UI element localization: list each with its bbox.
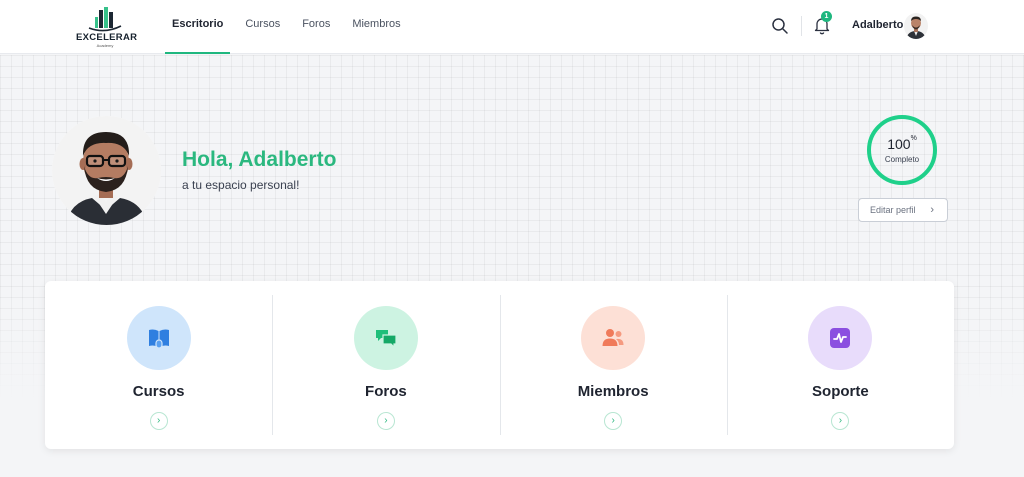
card-icon-background bbox=[581, 306, 646, 370]
greeting-subtitle: a tu espacio personal! bbox=[182, 178, 300, 192]
card-title-miembros: Miembros bbox=[577, 383, 649, 400]
book-icon bbox=[148, 329, 169, 349]
greeting-title: Hola, Adalberto bbox=[182, 148, 337, 171]
shortcut-cards: Cursos › Foros › Miembros › Soporte › bbox=[45, 281, 954, 449]
chevron-right-icon: › bbox=[930, 204, 934, 216]
brand-name: EXCELERAR bbox=[76, 32, 138, 43]
chevron-right-icon[interactable]: › bbox=[376, 412, 395, 430]
search-icon[interactable] bbox=[771, 17, 789, 35]
chevron-right-icon[interactable]: › bbox=[149, 412, 168, 430]
edit-profile-label: Editar perfil bbox=[870, 205, 916, 215]
nav-item-escritorio[interactable]: Escritorio bbox=[165, 0, 231, 54]
nav-item-miembros[interactable]: Miembros bbox=[345, 0, 407, 54]
chevron-right-icon[interactable]: › bbox=[831, 412, 850, 430]
card-title-cursos: Cursos bbox=[132, 383, 185, 400]
users-icon bbox=[602, 329, 624, 346]
card-cursos[interactable]: Cursos › bbox=[45, 281, 272, 449]
card-title-foros: Foros bbox=[365, 383, 407, 400]
brand-tagline: Academy bbox=[96, 43, 114, 48]
main-nav: Escritorio Cursos Foros Miembros bbox=[165, 0, 416, 54]
card-foros[interactable]: Foros › bbox=[272, 281, 499, 449]
card-miembros[interactable]: Miembros › bbox=[499, 281, 727, 449]
card-title-soporte: Soporte bbox=[812, 383, 869, 400]
brand-logo[interactable]: EXCELERAR Academy bbox=[76, 6, 138, 48]
activity-icon bbox=[830, 328, 851, 348]
card-icon-background bbox=[126, 306, 191, 370]
nav-item-foros[interactable]: Foros bbox=[295, 0, 337, 54]
card-soporte[interactable]: Soporte › bbox=[726, 281, 954, 449]
header-divider bbox=[801, 16, 802, 36]
chat-bubbles-icon bbox=[375, 330, 397, 349]
chevron-right-icon[interactable]: › bbox=[604, 412, 623, 430]
card-icon-background bbox=[808, 306, 873, 370]
profile-avatar[interactable] bbox=[52, 116, 161, 225]
progress-label: Completo bbox=[884, 155, 920, 164]
card-icon-background bbox=[353, 306, 418, 370]
user-avatar[interactable] bbox=[904, 13, 928, 39]
user-name[interactable]: Adalberto bbox=[852, 19, 903, 31]
progress-value: 100% bbox=[887, 135, 917, 152]
notification-badge: 1 bbox=[821, 11, 832, 22]
edit-profile-button[interactable]: Editar perfil › bbox=[858, 198, 948, 222]
building-logo-icon bbox=[88, 7, 122, 32]
top-navigation-bar: EXCELERAR Academy Escritorio Cursos Foro… bbox=[0, 0, 1024, 54]
nav-item-cursos[interactable]: Cursos bbox=[238, 0, 287, 54]
